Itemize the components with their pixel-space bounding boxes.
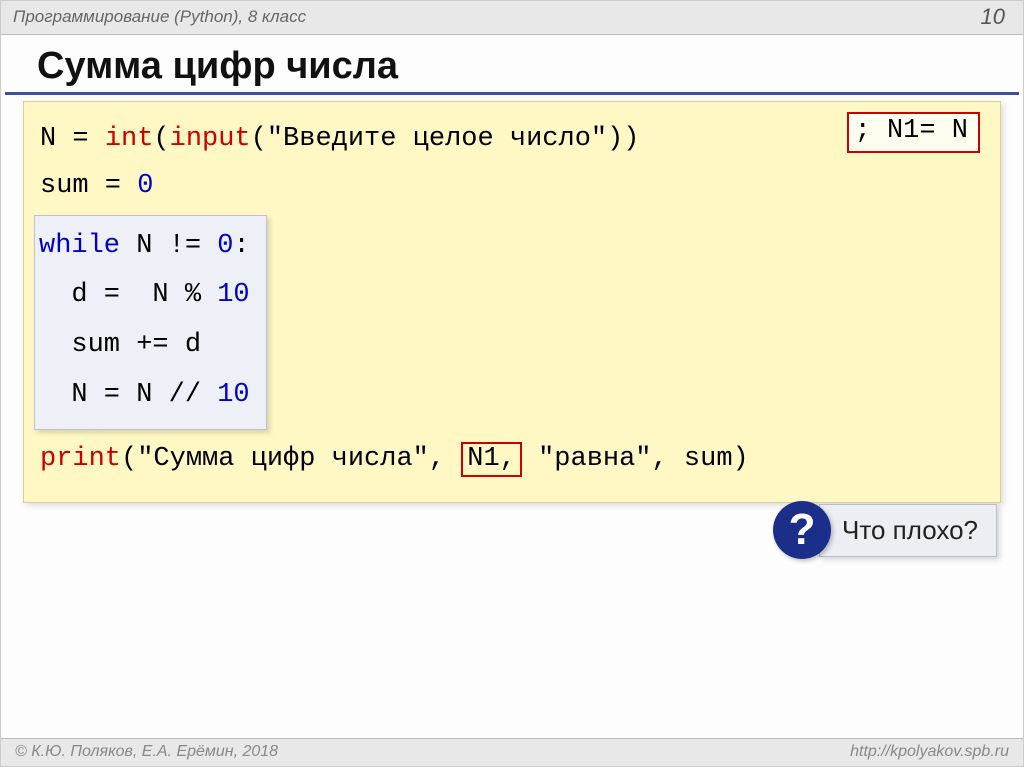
course-label: Программирование (Python), 8 класс [13, 7, 306, 27]
footer-url: http://kpolyakov.spb.ru [850, 743, 1009, 761]
code-loop-line-2: d = N % 10 [39, 271, 250, 321]
page-title: Сумма цифр числа [5, 35, 1019, 95]
question-mark-icon: ? [773, 501, 831, 559]
code-loop-line-3: sum += d [39, 321, 250, 371]
footer-bar: © К.Ю. Поляков, Е.А. Ерёмин, 2018 http:/… [1, 738, 1023, 766]
code-line-print: print("Сумма цифр числа", N1, "равна", s… [40, 436, 984, 483]
header-bar: Программирование (Python), 8 класс 10 [1, 1, 1023, 35]
code-block: ; N1= N N = int(input("Введите целое чис… [23, 101, 1001, 503]
question-text: Что плохо? [819, 504, 997, 557]
code-loop-box: while N != 0: d = N % 10 sum += d N = N … [34, 215, 267, 431]
annotation-n1-ref: N1, [461, 442, 522, 477]
question-callout: ? Что плохо? [773, 501, 997, 559]
page-number: 10 [981, 4, 1011, 30]
footer-copyright: © К.Ю. Поляков, Е.А. Ерёмин, 2018 [15, 743, 278, 761]
code-loop-line-1: while N != 0: [39, 222, 250, 272]
code-loop-line-4: N = N // 10 [39, 371, 250, 421]
code-line-1: N = int(input("Введите целое число")) [40, 116, 984, 163]
code-line-2: sum = 0 [40, 163, 984, 210]
